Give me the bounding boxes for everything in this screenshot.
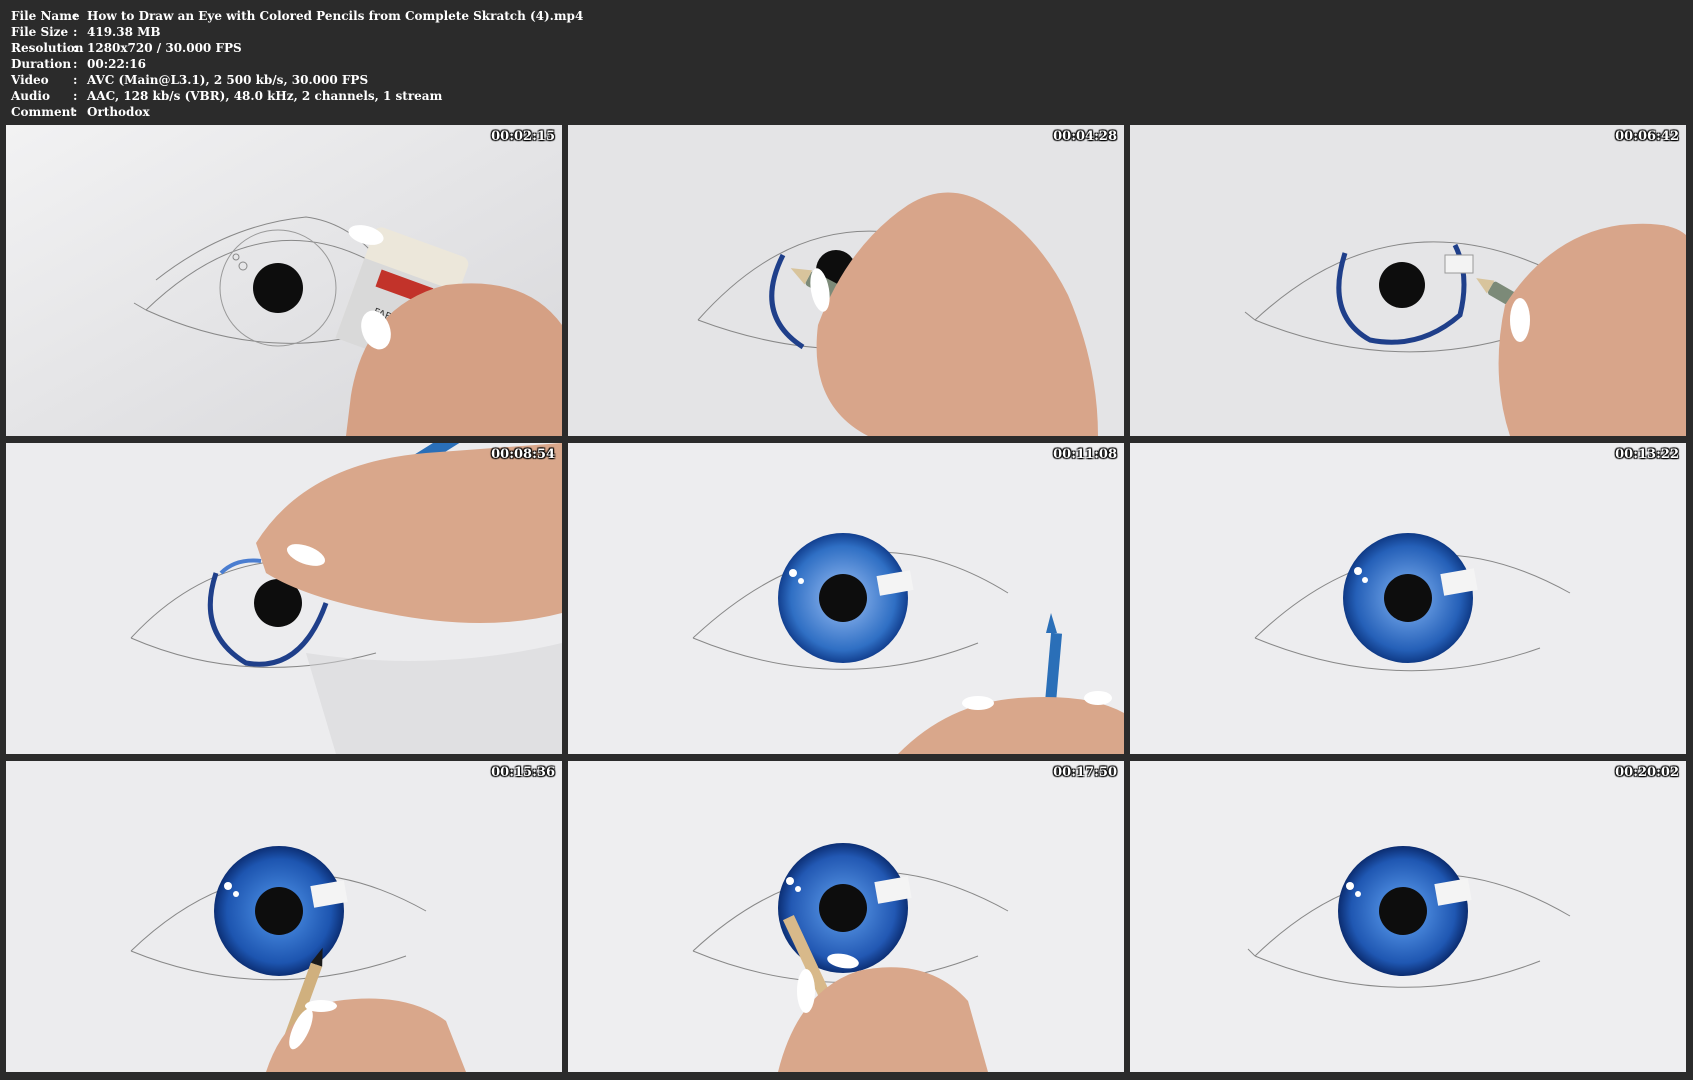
- thumbnail-3[interactable]: 00:06:42: [1130, 125, 1686, 436]
- info-value: 00:22:16: [87, 57, 146, 71]
- thumbnail-9[interactable]: 00:20:02: [1130, 761, 1686, 1072]
- thumbnail-2[interactable]: 00:04:28: [568, 125, 1124, 436]
- info-row-duration: Duration : 00:22:16: [11, 56, 583, 72]
- timestamp-label: 00:17:50: [1053, 765, 1117, 780]
- thumbnail-image: [568, 125, 1124, 436]
- timestamp-label: 00:08:54: [491, 447, 555, 462]
- thumbnail-8[interactable]: 00:17:50: [568, 761, 1124, 1072]
- info-row-video: Video : AVC (Main@L3.1), 2 500 kb/s, 30.…: [11, 72, 583, 88]
- timestamp-label: 00:13:22: [1615, 447, 1679, 462]
- info-value: 419.38 MB: [87, 25, 161, 39]
- thumbnail-4[interactable]: 00:08:54: [6, 443, 562, 754]
- info-colon: :: [73, 25, 78, 39]
- info-row-filename: File Name : How to Draw an Eye with Colo…: [11, 8, 583, 24]
- timestamp-label: 00:20:02: [1615, 765, 1679, 780]
- info-value: 1280x720 / 30.000 FPS: [87, 41, 242, 55]
- thumbnail-image: [568, 443, 1124, 754]
- thumbnail-image: [568, 761, 1124, 1072]
- timestamp-label: 00:06:42: [1615, 129, 1679, 144]
- timestamp-label: 00:11:08: [1053, 447, 1117, 462]
- thumbnail-grid: FABER-CASTELL 00:02:15 00:04:28: [6, 125, 1688, 1073]
- info-colon: :: [73, 73, 78, 87]
- file-info-panel: File Name : How to Draw an Eye with Colo…: [11, 8, 583, 120]
- info-label: File Size: [11, 25, 69, 39]
- info-colon: :: [73, 41, 78, 55]
- info-label: File Name: [11, 9, 80, 23]
- info-row-comment: Comment : Orthodox: [11, 104, 583, 120]
- info-row-resolution: Resolution : 1280x720 / 30.000 FPS: [11, 40, 583, 56]
- info-value: AAC, 128 kb/s (VBR), 48.0 kHz, 2 channel…: [87, 89, 443, 103]
- info-label: Duration: [11, 57, 72, 71]
- info-colon: :: [73, 57, 78, 71]
- timestamp-label: 00:04:28: [1053, 129, 1117, 144]
- thumbnail-1[interactable]: FABER-CASTELL 00:02:15: [6, 125, 562, 436]
- thumbnail-image: FABER-CASTELL: [6, 125, 562, 436]
- timestamp-label: 00:15:36: [491, 765, 555, 780]
- info-label: Resolution: [11, 41, 84, 55]
- timestamp-label: 00:02:15: [491, 129, 555, 144]
- info-value: Orthodox: [87, 105, 150, 119]
- thumbnail-image: [1130, 443, 1686, 754]
- thumbnail-image: [6, 443, 562, 754]
- info-colon: :: [73, 105, 78, 119]
- info-row-audio: Audio : AAC, 128 kb/s (VBR), 48.0 kHz, 2…: [11, 88, 583, 104]
- thumbnail-7[interactable]: 00:15:36: [6, 761, 562, 1072]
- thumbnail-image: [6, 761, 562, 1072]
- thumbnail-image: [1130, 761, 1686, 1072]
- thumbnail-5[interactable]: 00:11:08: [568, 443, 1124, 754]
- info-colon: :: [73, 89, 78, 103]
- info-colon: :: [73, 9, 78, 23]
- info-value: AVC (Main@L3.1), 2 500 kb/s, 30.000 FPS: [87, 73, 369, 87]
- thumbnail-6[interactable]: 00:13:22: [1130, 443, 1686, 754]
- thumbnail-image: [1130, 125, 1686, 436]
- info-label: Audio: [11, 89, 50, 103]
- info-label: Comment: [11, 105, 76, 119]
- info-label: Video: [11, 73, 49, 87]
- info-value: How to Draw an Eye with Colored Pencils …: [87, 9, 584, 23]
- info-row-filesize: File Size : 419.38 MB: [11, 24, 583, 40]
